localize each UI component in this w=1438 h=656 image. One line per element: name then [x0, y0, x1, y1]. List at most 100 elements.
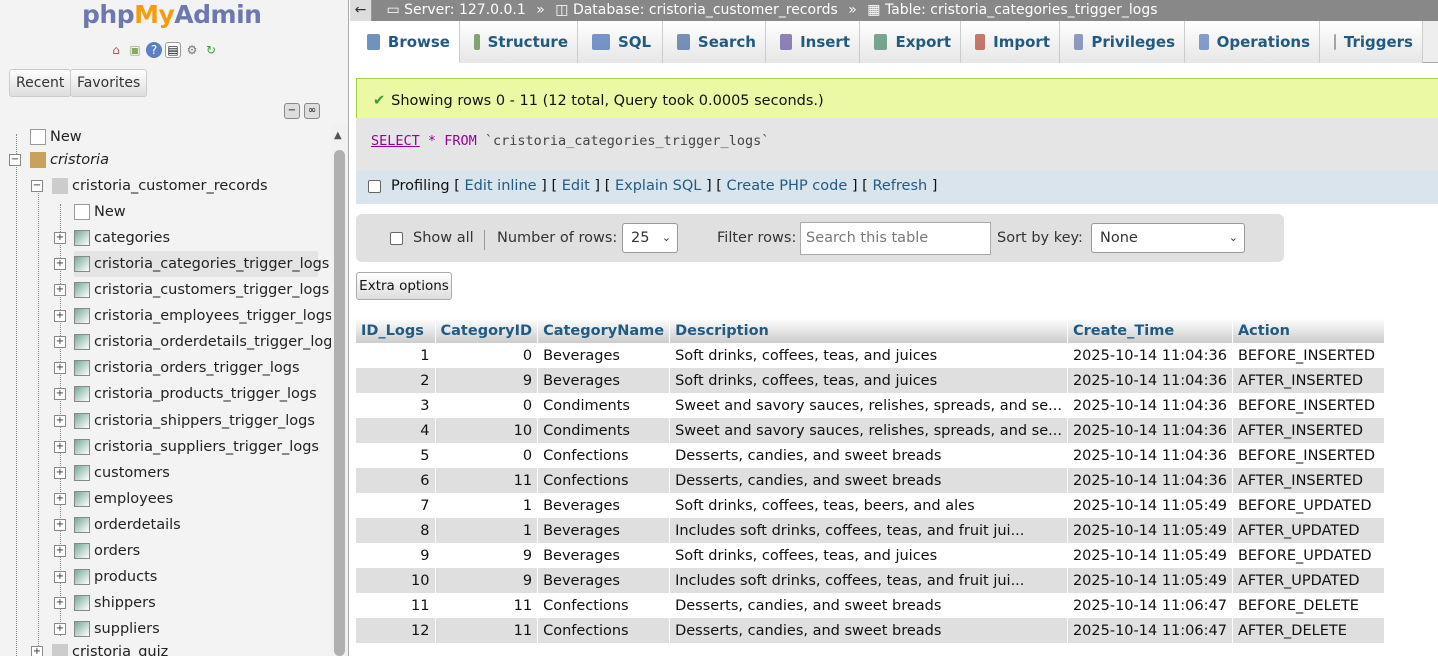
cell-categoryname[interactable]: Confections	[537, 468, 671, 493]
cell-description[interactable]: Soft drinks, coffees, teas, beers, and a…	[669, 493, 1068, 518]
expand-table-icon[interactable]: +	[54, 362, 66, 374]
column-header-categoryname[interactable]: CategoryName	[537, 318, 671, 343]
expand-table-icon[interactable]: +	[54, 545, 66, 557]
favorites-button[interactable]: Favorites	[70, 69, 148, 97]
cell-categoryid[interactable]: 11	[435, 468, 539, 493]
tab-import[interactable]: Import	[961, 21, 1060, 63]
cell-categoryid[interactable]: 0	[435, 343, 539, 368]
cell-id_logs[interactable]: 11	[356, 593, 436, 618]
tree-table-employees[interactable]: employees	[74, 486, 173, 512]
cell-categoryid[interactable]: 1	[435, 493, 539, 518]
expand-table-icon[interactable]: +	[54, 388, 66, 400]
tab-insert[interactable]: Insert	[766, 21, 860, 63]
table-row[interactable]: 11 11 Confections Desserts, candies, and sw…	[356, 593, 1385, 618]
cell-action[interactable]: AFTER_UPDATED	[1232, 518, 1385, 543]
cell-categoryname[interactable]: Beverages	[537, 518, 671, 543]
tab-privileges[interactable]: Privileges	[1060, 21, 1185, 63]
cell-action[interactable]: AFTER_INSERTED	[1232, 418, 1385, 443]
tree-table-orderdetails[interactable]: orderdetails	[74, 512, 181, 538]
expand-table-icon[interactable]: +	[54, 310, 66, 322]
tree-table-categories[interactable]: categories	[74, 225, 170, 251]
cell-create_time[interactable]: 2025-10-14 11:04:36	[1067, 343, 1233, 368]
tree-table-cristoria_suppliers_trigger_logs[interactable]: cristoria_suppliers_trigger_logs	[74, 434, 319, 460]
table-row[interactable]: 5 0 Confections Desserts, candies, and swee…	[356, 443, 1385, 468]
link-with-main-icon[interactable]: ∞	[304, 103, 320, 119]
table-row[interactable]: 8 1 Beverages Includes soft drinks, coffees…	[356, 518, 1385, 543]
tree-table-customers[interactable]: customers	[74, 460, 170, 486]
cell-action[interactable]: BEFORE_INSERTED	[1232, 393, 1385, 418]
expand-table-icon[interactable]: +	[54, 571, 66, 583]
cell-categoryname[interactable]: Beverages	[537, 543, 671, 568]
collapse-all-icon[interactable]: −	[284, 103, 300, 119]
tree-db-customer-records[interactable]: cristoria_customer_records	[52, 173, 268, 199]
cell-id_logs[interactable]: 6	[356, 468, 436, 493]
edit-inline-link[interactable]: Edit inline	[464, 178, 536, 194]
tree-db-cristoria[interactable]: cristoria	[30, 147, 109, 173]
expand-table-icon[interactable]: +	[54, 284, 66, 296]
tab-search[interactable]: Search	[663, 21, 766, 63]
tree-table-cristoria_customers_trigger_logs[interactable]: cristoria_customers_trigger_logs	[74, 277, 329, 303]
collapse-customer-records-icon[interactable]: −	[31, 180, 43, 192]
back-arrow-icon[interactable]: ←	[350, 0, 372, 21]
breadcrumb-database[interactable]: Database: cristoria_customer_records	[573, 2, 838, 18]
show-all-checkbox[interactable]	[390, 231, 403, 245]
cell-create_time[interactable]: 2025-10-14 11:05:49	[1067, 568, 1233, 593]
tree-table-cristoria_orders_trigger_logs[interactable]: cristoria_orders_trigger_logs	[74, 355, 300, 381]
expand-table-icon[interactable]: +	[54, 467, 66, 479]
tab-browse[interactable]: Browse	[353, 21, 460, 63]
cell-action[interactable]: AFTER_DELETE	[1232, 618, 1385, 643]
cell-id_logs[interactable]: 10	[356, 568, 436, 593]
table-row[interactable]: 12 11 Confections Desserts, candies, and sw…	[356, 618, 1385, 643]
cell-create_time[interactable]: 2025-10-14 11:04:36	[1067, 368, 1233, 393]
logout-icon[interactable]: ▣	[127, 42, 143, 58]
cell-description[interactable]: Includes soft drinks, coffees, teas, and…	[669, 568, 1068, 593]
cell-action[interactable]: AFTER_UPDATED	[1232, 568, 1385, 593]
expand-table-icon[interactable]: +	[54, 258, 66, 270]
cell-create_time[interactable]: 2025-10-14 11:05:49	[1067, 493, 1233, 518]
tab-structure[interactable]: Structure	[460, 21, 578, 63]
column-header-description[interactable]: Description	[669, 318, 1068, 343]
cell-description[interactable]: Soft drinks, coffees, teas, and juices	[669, 543, 1068, 568]
recent-button[interactable]: Recent	[9, 69, 72, 97]
explain-sql-link[interactable]: Explain SQL	[615, 178, 701, 194]
cell-id_logs[interactable]: 3	[356, 393, 436, 418]
cell-description[interactable]: Soft drinks, coffees, teas, and juices	[669, 368, 1068, 393]
cell-categoryid[interactable]: 11	[435, 593, 539, 618]
cell-action[interactable]: BEFORE_INSERTED	[1232, 443, 1385, 468]
cell-categoryid[interactable]: 9	[435, 568, 539, 593]
cell-create_time[interactable]: 2025-10-14 11:04:36	[1067, 468, 1233, 493]
tree-db-cristoria-quiz[interactable]: cristoria_quiz	[52, 639, 168, 656]
tree-table-orders[interactable]: orders	[74, 538, 140, 564]
cell-categoryid[interactable]: 10	[435, 418, 539, 443]
cell-id_logs[interactable]: 12	[356, 618, 436, 643]
column-header-categoryid[interactable]: CategoryID	[435, 318, 539, 343]
cell-id_logs[interactable]: 7	[356, 493, 436, 518]
table-row[interactable]: 2 9 Beverages Soft drinks, coffees, teas, a…	[356, 368, 1385, 393]
sort-by-key-select[interactable]: None ⌄	[1091, 223, 1245, 253]
tree-table-shippers[interactable]: shippers	[74, 590, 156, 616]
breadcrumb-table[interactable]: Table: cristoria_categories_trigger_logs	[885, 2, 1158, 18]
cell-categoryid[interactable]: 9	[435, 543, 539, 568]
column-header-action[interactable]: Action	[1232, 318, 1385, 343]
expand-table-icon[interactable]: +	[54, 519, 66, 531]
edit-link[interactable]: Edit	[562, 178, 590, 194]
cell-categoryid[interactable]: 11	[435, 618, 539, 643]
cell-create_time[interactable]: 2025-10-14 11:04:36	[1067, 418, 1233, 443]
tree-table-cristoria_orderdetails_trigger_logs[interactable]: cristoria_orderdetails_trigger_logs	[74, 329, 340, 355]
cell-action[interactable]: BEFORE_DELETE	[1232, 593, 1385, 618]
expand-table-icon[interactable]: +	[54, 336, 66, 348]
help-icon[interactable]: ?	[146, 42, 162, 58]
cell-description[interactable]: Desserts, candies, and sweet breads	[669, 443, 1068, 468]
cell-categoryname[interactable]: Condiments	[537, 393, 671, 418]
cell-create_time[interactable]: 2025-10-14 11:05:49	[1067, 543, 1233, 568]
tree-table-cristoria_products_trigger_logs[interactable]: cristoria_products_trigger_logs	[74, 381, 317, 407]
expand-table-icon[interactable]: +	[54, 441, 66, 453]
table-row[interactable]: 6 11 Confections Desserts, candies, and swe…	[356, 468, 1385, 493]
tab-triggers[interactable]: Triggers	[1320, 21, 1423, 63]
cell-id_logs[interactable]: 1	[356, 343, 436, 368]
cell-id_logs[interactable]: 9	[356, 543, 436, 568]
table-row[interactable]: 1 0 Beverages Soft drinks, coffees, teas, a…	[356, 343, 1385, 368]
expand-table-icon[interactable]: +	[54, 493, 66, 505]
cell-id_logs[interactable]: 4	[356, 418, 436, 443]
cell-categoryname[interactable]: Condiments	[537, 418, 671, 443]
